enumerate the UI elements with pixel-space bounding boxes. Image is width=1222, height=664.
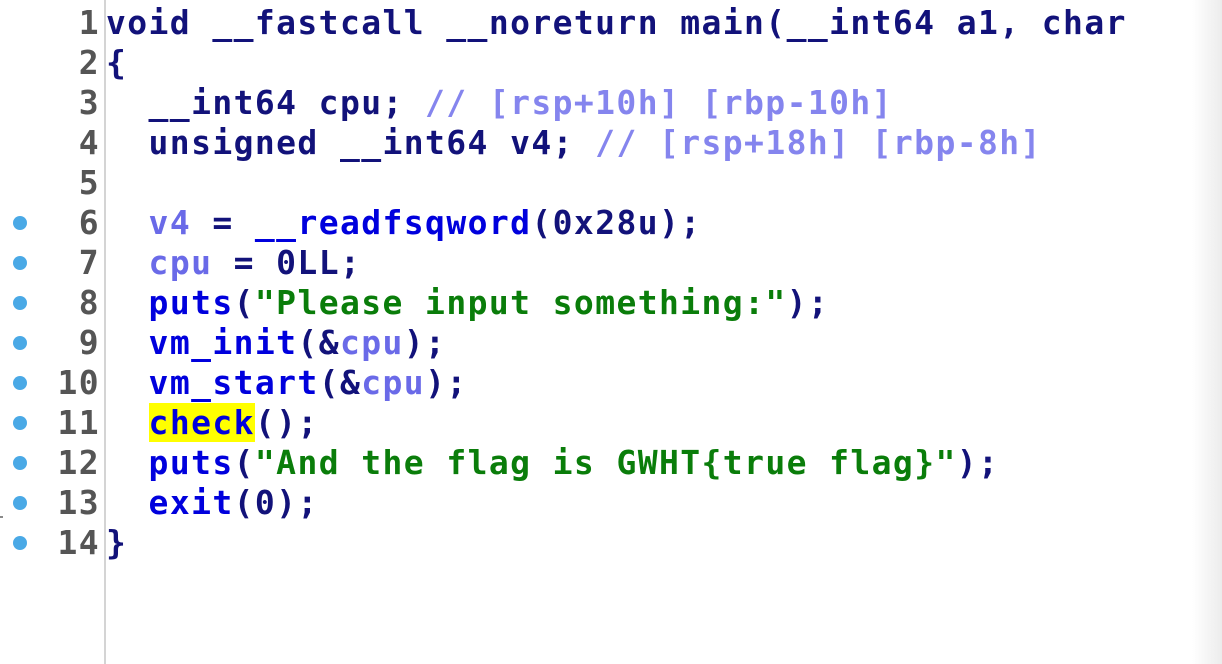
- variable-name[interactable]: cpu: [340, 323, 404, 362]
- breakpoint-dot-icon[interactable]: [13, 456, 27, 470]
- breakpoint-dot-icon[interactable]: [13, 416, 27, 430]
- code-token[interactable]: =: [191, 203, 255, 242]
- line-number: 4: [78, 123, 100, 162]
- highlighted-identifier[interactable]: check: [148, 403, 255, 442]
- function-name[interactable]: puts: [149, 443, 234, 482]
- line-source[interactable]: void __fastcall __noreturn main(__int64 …: [106, 3, 1127, 43]
- code-line[interactable]: 5: [0, 163, 1222, 203]
- code-token[interactable]: (: [234, 443, 255, 482]
- code-token[interactable]: void __fastcall __noreturn main(__int64 …: [106, 3, 1127, 42]
- variable-name[interactable]: cpu: [149, 243, 213, 282]
- line-source[interactable]: {: [106, 43, 127, 83]
- code-line[interactable]: 10 vm_start(&cpu);: [0, 363, 1222, 403]
- code-token[interactable]: __int64 cpu;: [106, 83, 425, 122]
- line-source[interactable]: check();: [106, 403, 319, 443]
- function-name[interactable]: vm_init: [149, 323, 298, 362]
- line-source[interactable]: exit(0);: [106, 483, 319, 523]
- line-source[interactable]: puts("Please input something:");: [106, 283, 829, 323]
- code-line[interactable]: 13 exit(0);: [0, 483, 1222, 523]
- breakpoint-dot-icon[interactable]: [13, 336, 27, 350]
- code-token[interactable]: [106, 283, 149, 322]
- line-number: 1: [78, 3, 100, 42]
- string-literal[interactable]: "And the flag is GWHT{true flag}": [255, 443, 957, 482]
- line-number: 14: [57, 523, 100, 562]
- line-source[interactable]: }: [106, 523, 127, 563]
- code-token[interactable]: [106, 203, 149, 242]
- code-token[interactable]: ();: [255, 403, 319, 442]
- line-number: 8: [78, 283, 100, 322]
- line-number: 10: [57, 363, 100, 402]
- code-line[interactable]: 1 void __fastcall __noreturn main(__int64…: [0, 3, 1222, 43]
- code-line[interactable]: 12 puts("And the flag is GWHT{true flag}…: [0, 443, 1222, 483]
- code-token[interactable]: );: [425, 363, 468, 402]
- line-number: 12: [57, 443, 100, 482]
- line-source[interactable]: cpu = 0LL;: [106, 243, 361, 283]
- line-number: 5: [78, 163, 100, 202]
- breakpoint-dot-icon[interactable]: [13, 216, 27, 230]
- code-token[interactable]: [106, 403, 149, 442]
- code-token[interactable]: = 0LL;: [212, 243, 361, 282]
- string-literal[interactable]: "Please input something:": [255, 283, 787, 322]
- variable-name[interactable]: cpu: [361, 363, 425, 402]
- breakpoint-dot-icon[interactable]: [13, 256, 27, 270]
- code-line[interactable]: 14}: [0, 523, 1222, 563]
- code-line[interactable]: 3 __int64 cpu; // [rsp+10h] [rbp-10h]: [0, 83, 1222, 123]
- breakpoint-dot-icon[interactable]: [13, 376, 27, 390]
- code-line[interactable]: 11 check();: [0, 403, 1222, 443]
- function-name[interactable]: __readfsqword: [255, 203, 531, 242]
- code-line[interactable]: 4 unsigned __int64 v4; // [rsp+18h] [rbp…: [0, 123, 1222, 163]
- code-area[interactable]: 1 void __fastcall __noreturn main(__int64…: [0, 3, 1222, 563]
- code-token[interactable]: );: [404, 323, 447, 362]
- code-token[interactable]: }: [106, 523, 127, 562]
- breakpoint-dot-icon[interactable]: [13, 536, 27, 550]
- code-token[interactable]: (0);: [234, 483, 319, 522]
- breakpoint-dot-icon[interactable]: [13, 296, 27, 310]
- variable-name[interactable]: v4: [149, 203, 192, 242]
- code-token[interactable]: unsigned __int64 v4;: [106, 123, 595, 162]
- code-comment[interactable]: // [rsp+18h] [rbp-8h]: [595, 123, 1042, 162]
- line-source[interactable]: vm_init(&cpu);: [106, 323, 446, 363]
- line-source[interactable]: v4 = __readfsqword(0x28u);: [106, 203, 702, 243]
- function-name[interactable]: exit: [149, 483, 234, 522]
- code-token[interactable]: [106, 363, 149, 402]
- function-name[interactable]: puts: [149, 283, 234, 322]
- code-line[interactable]: 9 vm_init(&cpu);: [0, 323, 1222, 363]
- code-token[interactable]: (0x28u);: [531, 203, 701, 242]
- breakpoint-dot-icon[interactable]: [13, 496, 27, 510]
- line-source[interactable]: puts("And the flag is GWHT{true flag}");: [106, 443, 999, 483]
- pseudocode-view[interactable]: 1 void __fastcall __noreturn main(__int64…: [0, 0, 1222, 664]
- line-source[interactable]: vm_start(&cpu);: [106, 363, 468, 403]
- code-line[interactable]: 8 puts("Please input something:");: [0, 283, 1222, 323]
- code-token[interactable]: (: [234, 283, 255, 322]
- line-number: 3: [78, 83, 100, 122]
- line-number: 13: [57, 483, 100, 522]
- code-line[interactable]: 2{: [0, 43, 1222, 83]
- code-comment[interactable]: // [rsp+10h] [rbp-10h]: [425, 83, 893, 122]
- line-number: 7: [78, 243, 100, 282]
- function-name[interactable]: vm_start: [149, 363, 319, 402]
- code-token[interactable]: [106, 483, 149, 522]
- line-source[interactable]: unsigned __int64 v4; // [rsp+18h] [rbp-8…: [106, 123, 1042, 163]
- code-line[interactable]: 7 cpu = 0LL;: [0, 243, 1222, 283]
- line-number: 2: [78, 43, 100, 82]
- code-token[interactable]: );: [787, 283, 830, 322]
- code-token[interactable]: );: [957, 443, 1000, 482]
- line-source[interactable]: __int64 cpu; // [rsp+10h] [rbp-10h]: [106, 83, 893, 123]
- code-token[interactable]: {: [106, 43, 127, 82]
- code-token[interactable]: [106, 243, 149, 282]
- code-line[interactable]: 6 v4 = __readfsqword(0x28u);: [0, 203, 1222, 243]
- line-number: 6: [78, 203, 100, 242]
- line-number: 11: [57, 403, 100, 442]
- line-number: 9: [78, 323, 100, 362]
- code-token[interactable]: (&: [297, 323, 340, 362]
- code-token[interactable]: [106, 443, 149, 482]
- code-token[interactable]: [106, 323, 149, 362]
- code-token[interactable]: (&: [319, 363, 362, 402]
